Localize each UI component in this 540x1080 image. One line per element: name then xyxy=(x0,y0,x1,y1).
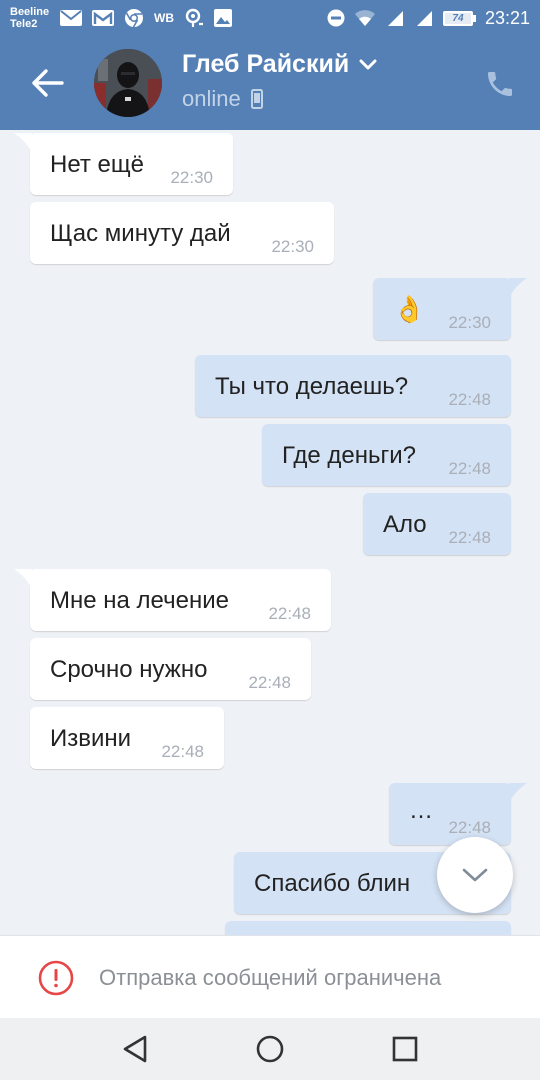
circle-home-icon xyxy=(256,1035,284,1063)
carrier-names: Beeline Tele2 xyxy=(10,6,54,30)
chevron-down-icon xyxy=(462,868,488,882)
message-bubble-outgoing[interactable]: Ты что делаешь? 22:48 xyxy=(195,355,511,417)
battery-icon: 74 xyxy=(442,10,476,26)
gmail-icon xyxy=(92,9,114,27)
back-button[interactable] xyxy=(22,58,72,108)
message-text: Срочно нужно xyxy=(50,656,208,683)
message-time: 22:48 xyxy=(448,528,491,547)
message-time: 22:48 xyxy=(248,673,291,692)
message-time: 22:30 xyxy=(448,313,491,332)
call-button[interactable] xyxy=(480,64,520,104)
message-time: 22:48 xyxy=(448,818,491,837)
message-time: 22:30 xyxy=(271,237,314,256)
message-bubble-outgoing[interactable]: Где деньги? 22:48 xyxy=(262,424,511,486)
restricted-message: Отправка сообщений ограничена xyxy=(99,965,442,990)
status-bar: Beeline Tele2 WB 74 23:21 xyxy=(0,0,540,36)
square-recents-icon xyxy=(392,1036,418,1062)
ok-hand-emoji: 👌 xyxy=(393,294,426,324)
message-time: 22:48 xyxy=(448,390,491,409)
contact-status: online xyxy=(182,86,263,112)
notification-icons: WB xyxy=(60,8,232,28)
message-bubble-incoming[interactable]: Щас минуту дай 22:30 xyxy=(30,202,334,264)
message-text: Извини xyxy=(50,725,132,752)
message-bubble-incoming[interactable]: Нет ещё 22:30 xyxy=(14,133,233,195)
messaging-restricted-bar: Отправка сообщений ограничена xyxy=(0,935,540,1018)
bubble-tail xyxy=(14,133,32,153)
mobile-phone-icon xyxy=(250,89,263,109)
image-icon xyxy=(214,9,232,27)
message-text: Ты что делаешь? xyxy=(215,373,409,400)
message-text: Щас минуту дай xyxy=(50,220,231,247)
mail-icon xyxy=(60,9,82,27)
phone-icon xyxy=(488,72,512,96)
bubble-tail xyxy=(14,569,32,589)
message-bubble-outgoing[interactable]: … 22:48 xyxy=(389,783,527,845)
message-text: Нет ещё xyxy=(50,151,144,178)
app-bar: Beeline Tele2 WB 74 23:21 Глеб Райский o… xyxy=(0,0,540,130)
do-not-disturb-icon xyxy=(327,9,345,27)
message-bubble-outgoing[interactable]: Ало 22:48 xyxy=(363,493,511,555)
bubble-tail xyxy=(509,278,527,298)
nav-back-button[interactable] xyxy=(118,1032,152,1066)
signal-1-icon xyxy=(385,9,405,27)
message-bubble-incoming[interactable]: Срочно нужно 22:48 xyxy=(30,638,311,700)
message-text: Мне на лечение xyxy=(50,587,229,614)
message-text: Где деньги? xyxy=(282,442,417,469)
alert-circle-icon xyxy=(38,960,74,996)
chat-toolbar: Глеб Райский online xyxy=(0,36,540,130)
online-status-text: online xyxy=(182,86,241,111)
message-time: 22:48 xyxy=(268,604,311,623)
bubble-tail xyxy=(509,783,527,803)
carrier-1: Beeline xyxy=(10,6,50,18)
location-icon xyxy=(184,8,204,27)
chevron-down-icon xyxy=(359,59,377,69)
message-time: 22:48 xyxy=(161,742,204,761)
message-text: Спасибо блин xyxy=(254,870,411,897)
message-bubble-outgoing[interactable] xyxy=(225,921,511,935)
message-text: … xyxy=(409,797,433,824)
wifi-icon xyxy=(354,9,376,27)
triangle-back-icon xyxy=(123,1035,147,1063)
carrier-2: Tele2 xyxy=(10,18,38,30)
system-navigation-bar xyxy=(0,1018,540,1080)
chrome-icon xyxy=(124,9,144,28)
system-icons: 74 23:21 xyxy=(327,8,530,29)
status-clock: 23:21 xyxy=(484,7,530,28)
wb-icon: WB xyxy=(154,11,174,25)
contact-name: Глеб Райский xyxy=(182,50,350,78)
nav-recents-button[interactable] xyxy=(388,1032,422,1066)
signal-2-icon xyxy=(414,9,434,27)
scroll-to-bottom-button[interactable] xyxy=(437,837,513,913)
message-list[interactable]: Нет ещё 22:30 Щас минуту дай 22:30 👌 22:… xyxy=(0,130,540,935)
arrow-left-icon xyxy=(32,69,64,97)
contact-name-row[interactable]: Глеб Райский xyxy=(182,50,377,79)
message-time: 22:48 xyxy=(448,459,491,478)
message-bubble-incoming[interactable]: Извини 22:48 xyxy=(30,707,224,769)
contact-avatar[interactable] xyxy=(94,49,162,117)
battery-level: 74 xyxy=(442,10,473,26)
message-bubble-incoming[interactable]: Мне на лечение 22:48 xyxy=(14,569,331,631)
message-time: 22:30 xyxy=(170,168,213,187)
message-bubble-outgoing[interactable]: 👌 22:30 xyxy=(373,278,527,340)
message-text: Ало xyxy=(383,511,427,538)
nav-home-button[interactable] xyxy=(253,1032,287,1066)
